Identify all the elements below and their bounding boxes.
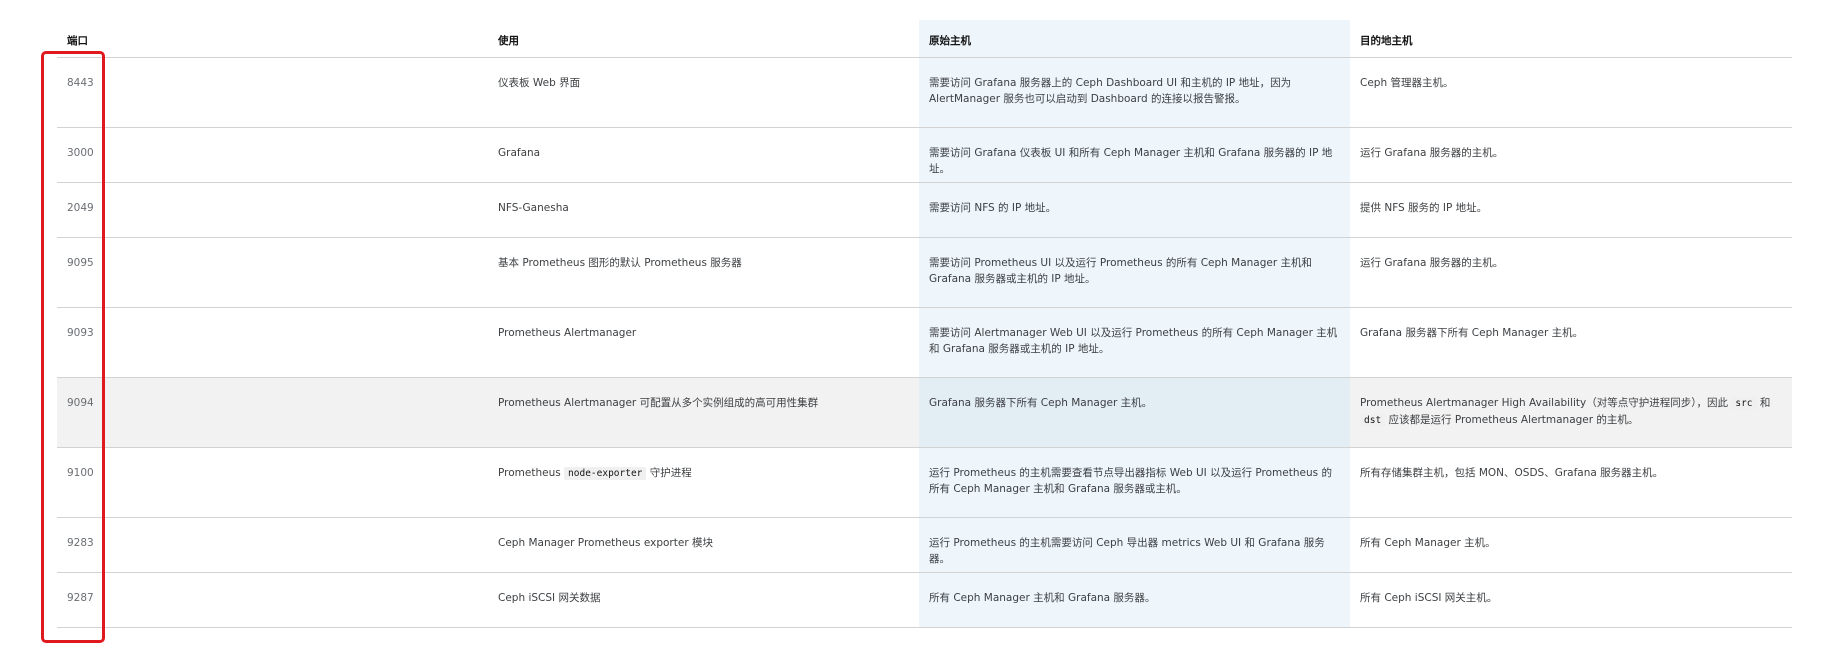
source-cell: 运行 Prometheus 的主机需要查看节点导出器指标 Web UI 以及运行… (919, 447, 1350, 518)
destination-cell: 所有存储集群主机，包括 MON、OSDS、Grafana 服务器主机。 (1350, 447, 1792, 518)
usage-cell: 仪表板 Web 界面 (488, 57, 919, 128)
destination-cell: 运行 Grafana 服务器的主机。 (1350, 127, 1792, 183)
table-row: 9095 基本 Prometheus 图形的默认 Prometheus 服务器 … (57, 237, 1792, 308)
source-cell: 运行 Prometheus 的主机需要访问 Ceph 导出器 metrics W… (919, 517, 1350, 573)
usage-cell: Ceph iSCSI 网关数据 (488, 572, 919, 628)
header-destination-host: 目的地主机 (1350, 20, 1792, 58)
source-cell: 需要访问 Alertmanager Web UI 以及运行 Prometheus… (919, 307, 1350, 378)
table-row: 2049 NFS-Ganesha 需要访问 NFS 的 IP 地址。 提供 NF… (57, 182, 1792, 238)
table-row: 9287 Ceph iSCSI 网关数据 所有 Ceph Manager 主机和… (57, 572, 1792, 628)
destination-cell: 所有 Ceph Manager 主机。 (1350, 517, 1792, 573)
usage-cell: 基本 Prometheus 图形的默认 Prometheus 服务器 (488, 237, 919, 308)
table-row: 9283 Ceph Manager Prometheus exporter 模块… (57, 517, 1792, 573)
port-cell: 3000 (57, 127, 488, 183)
source-cell: 需要访问 NFS 的 IP 地址。 (919, 182, 1350, 238)
source-cell: 需要访问 Grafana 仪表板 UI 和所有 Ceph Manager 主机和… (919, 127, 1350, 183)
usage-cell: Grafana (488, 127, 919, 183)
source-cell: Grafana 服务器下所有 Ceph Manager 主机。 (919, 377, 1350, 448)
table-row: 8443 仪表板 Web 界面 需要访问 Grafana 服务器上的 Ceph … (57, 57, 1792, 128)
ports-table: 端口 使用 原始主机 目的地主机 8443 仪表板 Web 界面 需要访问 Gr… (57, 20, 1792, 628)
table-row: 3000 Grafana 需要访问 Grafana 仪表板 UI 和所有 Cep… (57, 127, 1792, 183)
port-cell: 9283 (57, 517, 488, 573)
dst-code: dst (1360, 413, 1386, 427)
destination-cell: Grafana 服务器下所有 Ceph Manager 主机。 (1350, 307, 1792, 378)
destination-cell: 运行 Grafana 服务器的主机。 (1350, 237, 1792, 308)
header-source-host: 原始主机 (919, 20, 1350, 58)
header-row: 端口 使用 原始主机 目的地主机 (57, 20, 1792, 58)
destination-text: 和 (1756, 396, 1771, 409)
port-cell: 9100 (57, 447, 488, 518)
usage-cell: Prometheus Alertmanager (488, 307, 919, 378)
header-usage: 使用 (488, 20, 919, 58)
destination-cell: Prometheus Alertmanager High Availabilit… (1350, 377, 1792, 448)
port-cell: 9095 (57, 237, 488, 308)
table-row-highlighted: 9094 Prometheus Alertmanager 可配置从多个实例组成的… (57, 377, 1792, 448)
usage-cell: Prometheus Alertmanager 可配置从多个实例组成的高可用性集… (488, 377, 919, 448)
port-cell: 9093 (57, 307, 488, 378)
table-row: 9100 Prometheus node-exporter 守护进程 运行 Pr… (57, 447, 1792, 518)
usage-cell: Ceph Manager Prometheus exporter 模块 (488, 517, 919, 573)
port-cell: 2049 (57, 182, 488, 238)
table-row: 9093 Prometheus Alertmanager 需要访问 Alertm… (57, 307, 1792, 378)
header-port: 端口 (57, 20, 488, 58)
destination-text: Prometheus Alertmanager High Availabilit… (1360, 396, 1732, 409)
usage-text: Prometheus (498, 466, 565, 479)
usage-cell: Prometheus node-exporter 守护进程 (488, 447, 919, 518)
table-header: 端口 使用 原始主机 目的地主机 (57, 20, 1792, 58)
destination-cell: 所有 Ceph iSCSI 网关主机。 (1350, 572, 1792, 628)
destination-cell: Ceph 管理器主机。 (1350, 57, 1792, 128)
source-cell: 所有 Ceph Manager 主机和 Grafana 服务器。 (919, 572, 1350, 628)
table-body: 8443 仪表板 Web 界面 需要访问 Grafana 服务器上的 Ceph … (57, 57, 1792, 628)
usage-text: 守护进程 (646, 466, 692, 479)
node-exporter-code: node-exporter (564, 466, 647, 480)
usage-cell: NFS-Ganesha (488, 182, 919, 238)
port-cell: 9094 (57, 377, 488, 448)
port-cell: 9287 (57, 572, 488, 628)
destination-cell: 提供 NFS 服务的 IP 地址。 (1350, 182, 1792, 238)
src-code: src (1731, 396, 1757, 410)
destination-text: 应该都是运行 Prometheus Alertmanager 的主机。 (1385, 413, 1639, 426)
source-cell: 需要访问 Grafana 服务器上的 Ceph Dashboard UI 和主机… (919, 57, 1350, 128)
source-cell: 需要访问 Prometheus UI 以及运行 Prometheus 的所有 C… (919, 237, 1350, 308)
port-cell: 8443 (57, 57, 488, 128)
